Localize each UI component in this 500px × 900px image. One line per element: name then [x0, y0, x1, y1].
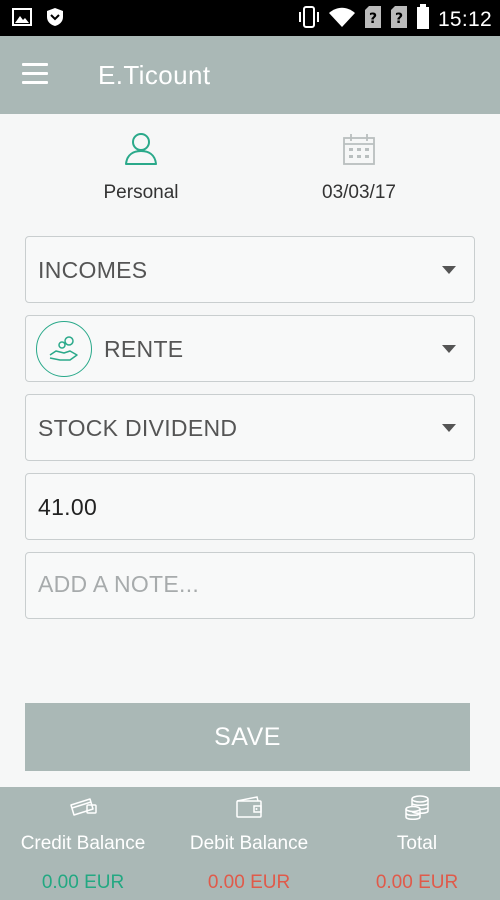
svg-text:?: ?: [369, 11, 377, 27]
debit-balance[interactable]: Debit Balance 0.00 EUR: [166, 787, 332, 900]
vibrate-icon: [298, 5, 320, 34]
wallet-icon: [166, 795, 332, 821]
save-button[interactable]: SAVE: [25, 703, 470, 771]
type-select[interactable]: INCOMES: [25, 236, 475, 303]
sim-unknown-icon: ?: [364, 5, 382, 34]
sim-unknown-icon: ?: [390, 5, 408, 34]
account-date-row: Personal 03/03/17: [0, 132, 500, 212]
debit-balance-amount: 0.00 EUR: [207, 872, 291, 893]
hand-coins-icon: [36, 321, 92, 377]
category-select-value: RENTE: [104, 336, 184, 362]
credit-card-icon: [0, 795, 166, 821]
chevron-down-icon: [442, 424, 456, 432]
chevron-down-icon: [442, 345, 456, 353]
battery-icon: [416, 4, 430, 35]
note-field[interactable]: [25, 552, 475, 619]
debit-balance-label: Debit Balance: [189, 833, 309, 854]
status-bar: ? ? 15:12: [0, 0, 500, 36]
note-input[interactable]: [38, 571, 458, 598]
total-balance[interactable]: Total 0.00 EUR: [334, 787, 500, 900]
shield-icon: [46, 7, 64, 32]
coins-stack-icon: [334, 795, 500, 821]
subcategory-select-value: STOCK DIVIDEND: [38, 415, 238, 441]
credit-balance-amount: 0.00 EUR: [41, 872, 125, 893]
balance-bar: Credit Balance 0.00 EUR Debit Balance 0.…: [0, 787, 500, 900]
person-icon: [51, 132, 231, 174]
total-label: Total: [396, 833, 438, 854]
amount-value[interactable]: 41.00: [38, 494, 458, 521]
chevron-down-icon: [442, 266, 456, 274]
app-bar: E.Ticount: [0, 36, 500, 114]
app-title: E.Ticount: [98, 60, 211, 90]
date-label: 03/03/17: [322, 182, 396, 203]
category-select[interactable]: RENTE: [25, 315, 475, 382]
account-label: Personal: [103, 182, 179, 203]
image-icon: [12, 8, 32, 31]
total-amount: 0.00 EUR: [375, 872, 459, 893]
account-selector[interactable]: Personal: [51, 132, 231, 204]
subcategory-select[interactable]: STOCK DIVIDEND: [25, 394, 475, 461]
menu-icon[interactable]: [22, 63, 50, 87]
credit-balance[interactable]: Credit Balance 0.00 EUR: [0, 787, 166, 900]
credit-balance-label: Credit Balance: [20, 833, 146, 854]
wifi-icon: [328, 6, 356, 33]
calendar-icon: [269, 132, 449, 174]
svg-text:?: ?: [395, 11, 403, 27]
clock: 15:12: [437, 7, 492, 31]
amount-field[interactable]: 41.00: [25, 473, 475, 540]
date-selector[interactable]: 03/03/17: [269, 132, 449, 204]
type-select-value: INCOMES: [38, 257, 148, 283]
